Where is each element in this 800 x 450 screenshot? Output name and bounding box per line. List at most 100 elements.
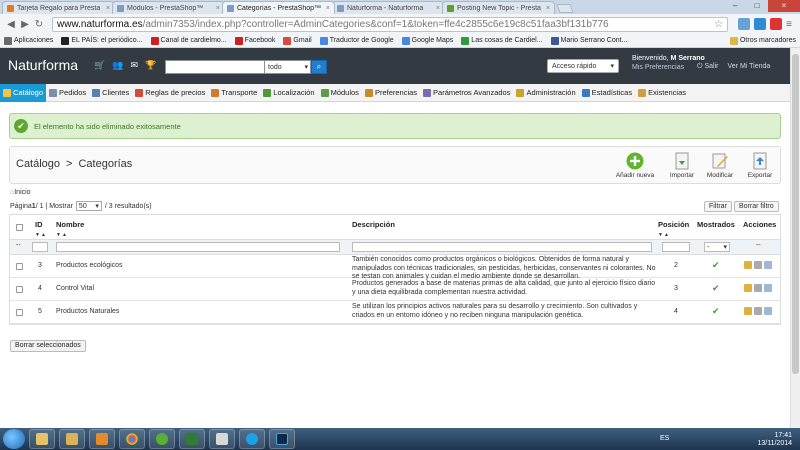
- close-icon[interactable]: ×: [326, 5, 330, 12]
- customers-icon[interactable]: 👥: [112, 60, 123, 71]
- search-input[interactable]: [165, 60, 265, 74]
- taskbar-app[interactable]: [149, 429, 175, 449]
- taskbar-app[interactable]: [239, 429, 265, 449]
- delete-icon[interactable]: [754, 261, 762, 269]
- export-button[interactable]: Exportar: [740, 152, 780, 179]
- start-button[interactable]: [3, 429, 25, 449]
- enabled-check-icon[interactable]: ✔: [712, 283, 720, 294]
- add-new-button[interactable]: Añadir nueva: [615, 152, 655, 179]
- extension-icon[interactable]: [754, 18, 766, 30]
- shop-brand[interactable]: Naturforma: [8, 57, 78, 73]
- quick-access-select[interactable]: Acceso rápido ▾: [547, 59, 619, 73]
- close-icon[interactable]: ×: [216, 5, 220, 12]
- menu-item-customers[interactable]: Clientes: [89, 84, 132, 102]
- browser-tab[interactable]: Módulos - PrestaShop™ ×: [112, 1, 225, 14]
- delete-icon[interactable]: [754, 307, 762, 315]
- bookmark-item[interactable]: Gmail: [283, 36, 312, 45]
- menu-icon[interactable]: ≡: [782, 19, 796, 30]
- per-page-select[interactable]: 50 ▾: [75, 201, 102, 211]
- search-button[interactable]: ⌕: [311, 60, 327, 74]
- trophy-icon[interactable]: 🏆: [145, 60, 156, 71]
- delete-icon[interactable]: [754, 284, 762, 292]
- cart-icon[interactable]: 🛒: [94, 60, 105, 71]
- other-bookmarks[interactable]: Otros marcadores: [729, 36, 796, 45]
- sort-arrows-icon[interactable]: ▼▲: [35, 232, 47, 238]
- reload-icon[interactable]: ↻: [32, 19, 46, 30]
- vertical-scrollbar[interactable]: [790, 48, 800, 428]
- menu-item-modules[interactable]: Módulos: [318, 84, 362, 102]
- menu-item-preferences[interactable]: Preferencias: [362, 84, 420, 102]
- close-icon[interactable]: ×: [546, 5, 550, 12]
- maximize-icon[interactable]: □: [746, 0, 768, 12]
- star-icon[interactable]: ☆: [714, 19, 723, 30]
- enabled-check-icon[interactable]: ✔: [712, 306, 720, 317]
- bookmark-item[interactable]: Las cosas de Cardiel...: [461, 36, 543, 45]
- view-icon[interactable]: [764, 284, 772, 292]
- edit-icon[interactable]: [744, 284, 752, 292]
- menu-item-price-rules[interactable]: Reglas de precios: [132, 84, 208, 102]
- browser-tab[interactable]: Posting New Topic - Presta ×: [442, 1, 555, 14]
- browser-tab[interactable]: Naturforma - Naturforma ×: [332, 1, 445, 14]
- edit-icon[interactable]: [744, 261, 752, 269]
- taskbar-app[interactable]: [89, 429, 115, 449]
- view-icon[interactable]: [764, 261, 772, 269]
- taskbar-app[interactable]: [59, 429, 85, 449]
- displayed-filter-select[interactable]: - ▾: [704, 242, 730, 252]
- table-row[interactable]: 5 Productos Naturales Se utilizan los pr…: [10, 301, 780, 324]
- menu-item-orders[interactable]: Pedidos: [46, 84, 89, 102]
- close-icon[interactable]: ×: [436, 5, 440, 12]
- forward-icon[interactable]: ▶: [18, 19, 32, 30]
- my-preferences-link[interactable]: Mis Preferencias: [632, 64, 684, 71]
- extension-icon[interactable]: [738, 18, 750, 30]
- back-icon[interactable]: ◀: [4, 19, 18, 30]
- reset-filter-button[interactable]: Borrar filtro: [734, 201, 779, 212]
- minimize-icon[interactable]: –: [724, 0, 746, 12]
- sort-arrows-icon[interactable]: ▼▲: [56, 232, 68, 238]
- bookmark-item[interactable]: EL PAÍS: el periódico...: [61, 36, 143, 45]
- url-field[interactable]: www.naturforma.es/admin7353/index.php?co…: [52, 16, 728, 32]
- taskbar-app[interactable]: [29, 429, 55, 449]
- edit-button[interactable]: Modificar: [700, 152, 740, 179]
- row-checkbox[interactable]: [16, 309, 23, 316]
- row-checkbox[interactable]: [16, 286, 23, 293]
- row-checkbox[interactable]: [16, 263, 23, 270]
- import-button[interactable]: Importar: [662, 152, 702, 179]
- menu-item-stats[interactable]: Estadísticas: [579, 84, 635, 102]
- bookmark-item[interactable]: Aplicaciones: [4, 36, 53, 45]
- window-close-icon[interactable]: ×: [768, 0, 800, 12]
- menu-item-administration[interactable]: Administración: [513, 84, 578, 102]
- position-filter-input[interactable]: [662, 242, 690, 252]
- menu-item-advanced-parameters[interactable]: Parámetros Avanzados: [420, 84, 513, 102]
- menu-item-shipping[interactable]: Transporte: [208, 84, 260, 102]
- view-icon[interactable]: [764, 307, 772, 315]
- home-link[interactable]: ⌂Inicio: [10, 189, 31, 196]
- messages-icon[interactable]: ✉: [130, 60, 138, 71]
- taskbar-app[interactable]: [269, 429, 295, 449]
- bookmark-item[interactable]: Google Maps: [401, 36, 453, 45]
- menu-item-stock[interactable]: Existencias: [635, 84, 689, 102]
- name-filter-input[interactable]: [56, 242, 340, 252]
- search-scope-select[interactable]: todo ▾: [265, 60, 311, 74]
- sort-arrows-icon[interactable]: ▼▲: [658, 232, 670, 238]
- bulk-delete-button[interactable]: Borrar seleccionados: [10, 340, 86, 352]
- edit-icon[interactable]: [744, 307, 752, 315]
- new-tab-button[interactable]: [556, 4, 574, 13]
- table-row[interactable]: 4 Control Vital Productos generados a ba…: [10, 278, 780, 301]
- table-row[interactable]: 3 Productos ecológicos También conocidos…: [10, 255, 780, 280]
- bookmark-item[interactable]: Mario Serrano Cont...: [550, 36, 627, 45]
- language-indicator[interactable]: ES: [660, 435, 669, 442]
- description-filter-input[interactable]: [352, 242, 652, 252]
- system-clock[interactable]: 17:41 13/11/2014: [757, 432, 792, 448]
- scrollbar-thumb[interactable]: [792, 54, 799, 374]
- taskbar-app[interactable]: [179, 429, 205, 449]
- id-filter-input[interactable]: [32, 242, 48, 252]
- logout-link[interactable]: ⏻ Salir: [697, 63, 719, 71]
- close-icon[interactable]: ×: [106, 5, 110, 12]
- enabled-check-icon[interactable]: ✔: [712, 260, 720, 271]
- bookmark-item[interactable]: Facebook: [234, 36, 275, 45]
- taskbar-app[interactable]: [119, 429, 145, 449]
- browser-tab-active[interactable]: Categorías - PrestaShop™ ×: [222, 1, 335, 14]
- browser-tab[interactable]: Tarjeta Regalo para Presta ×: [2, 1, 115, 14]
- extension-icon[interactable]: [770, 18, 782, 30]
- menu-item-catalog[interactable]: Catálogo: [0, 83, 47, 102]
